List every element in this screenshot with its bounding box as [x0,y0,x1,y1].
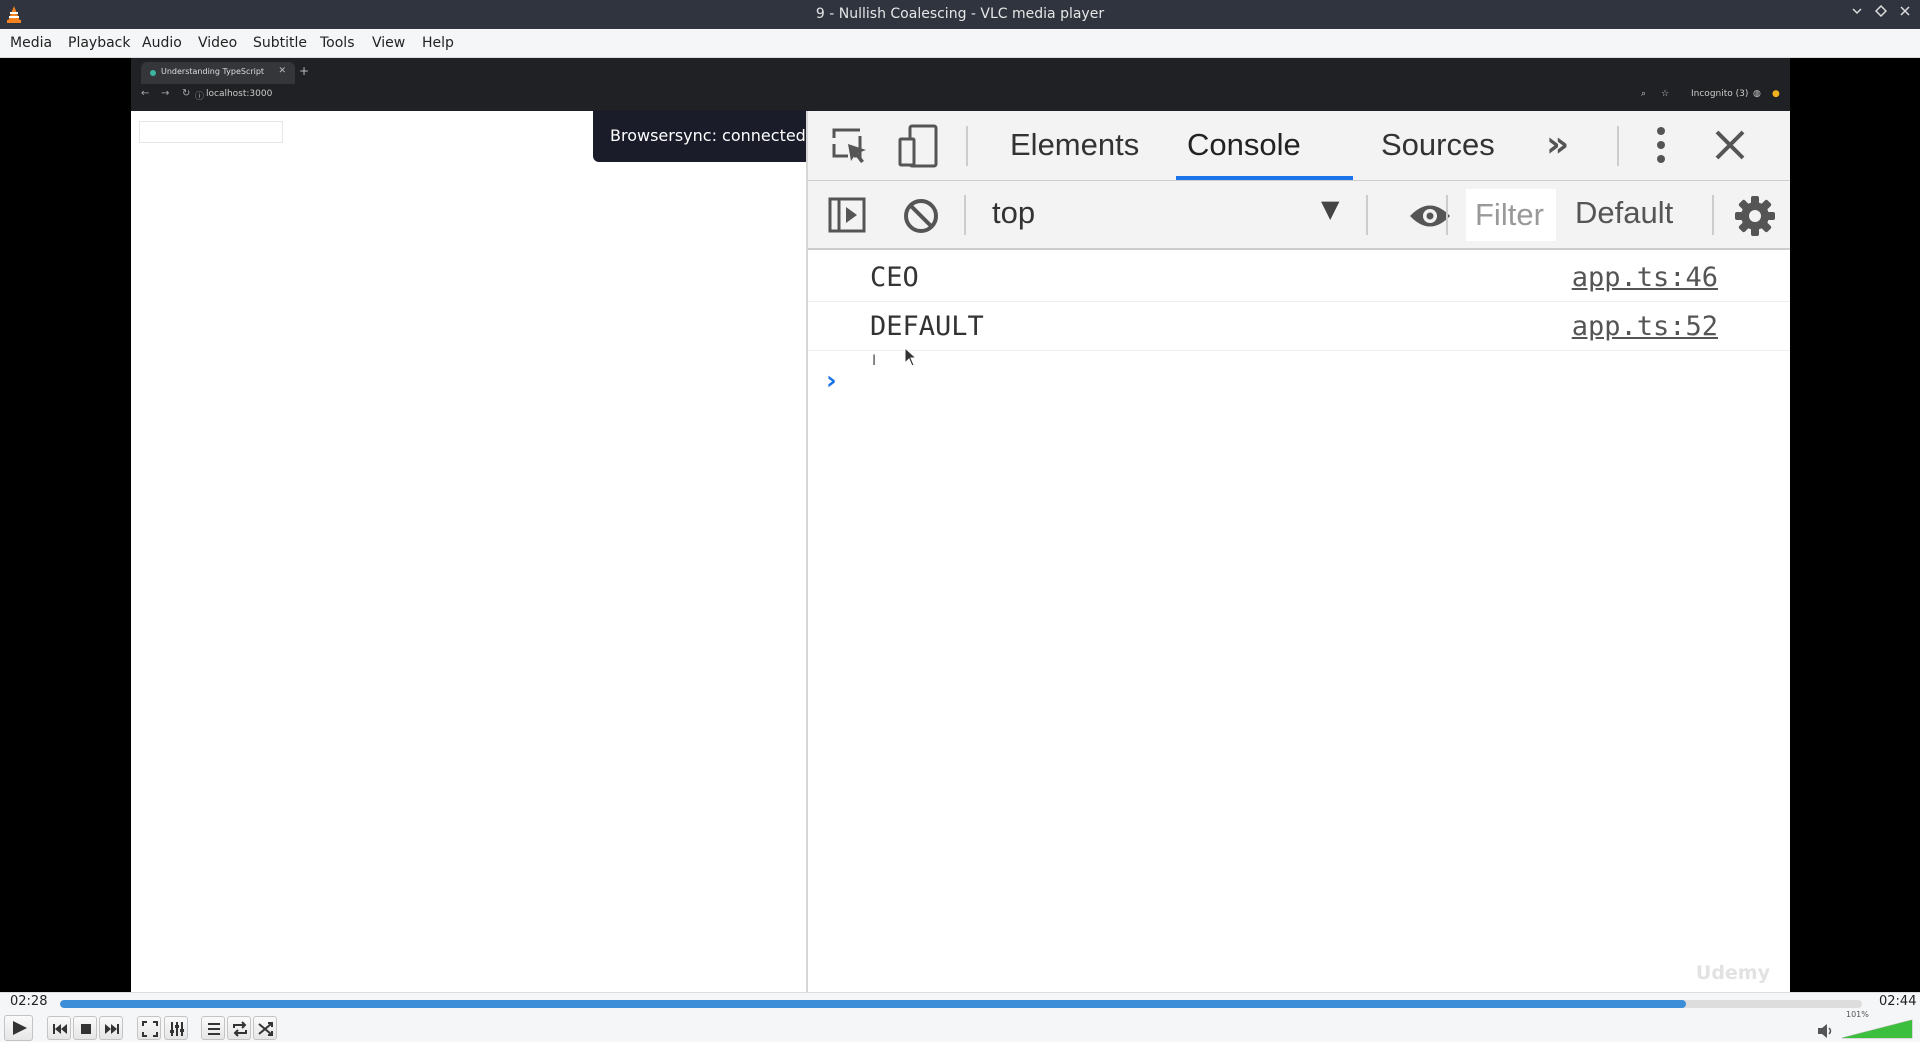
menu-help[interactable]: Help [422,35,454,51]
volume-fill [1842,1020,1912,1038]
loop-icon [233,1021,247,1037]
console-prompt-icon[interactable]: › [826,366,837,396]
stop-icon [81,1024,91,1034]
chevron-down-icon [1852,8,1862,15]
log-source-link[interactable]: app.ts:52 [1572,311,1718,342]
watermark: Udemy [1695,962,1770,984]
page-input-box [139,121,283,143]
diamond-icon [1874,4,1888,18]
dropdown-arrow-icon: ▼ [1321,195,1340,223]
menu-video[interactable]: Video [198,35,237,51]
devtools-panel: Elements Console Sources » top ▼ Filter … [806,111,1790,992]
back-arrow-icon: ← [141,88,150,99]
forward-arrow-icon: → [161,88,170,99]
mouse-pointer-icon [904,347,918,367]
fullscreen-icon [142,1021,158,1037]
total-time: 02:44 [1879,994,1917,1009]
context-selector[interactable]: top [992,195,1035,231]
equalizer-icon [170,1022,184,1036]
browser-profile: Incognito (3) [1691,89,1749,99]
close-button[interactable] [1896,5,1914,23]
console-toolbar: top ▼ Filter Default [808,181,1790,250]
browser-tab: Understanding TypeScript ✕ [141,62,295,84]
play-icon [13,1021,27,1035]
shuffle-button[interactable] [253,1016,277,1040]
log-message: DEFAULT [870,311,984,342]
text-cursor: I [872,353,877,369]
skip-forward-icon [105,1024,119,1034]
toolbar-divider [964,195,966,235]
device-toolbar-icon [898,124,938,168]
window-title: 9 - Nullish Coalescing - VLC media playe… [815,6,1105,22]
gear-icon[interactable] [1734,195,1776,237]
menu-bar: Media Playback Audio Video Subtitle Tool… [0,29,1920,58]
log-source-link[interactable]: app.ts:46 [1572,262,1718,293]
elapsed-time: 02:28 [10,994,48,1009]
close-icon: ✕ [278,66,286,76]
menu-view[interactable]: View [372,35,405,51]
title-bar: 9 - Nullish Coalescing - VLC media playe… [0,0,1920,29]
tab-elements[interactable]: Elements [1010,127,1139,163]
menu-audio[interactable]: Audio [142,35,182,51]
menu-subtitle[interactable]: Subtitle [253,35,307,51]
browser-url: localhost:3000 [206,89,273,99]
skip-back-icon [53,1024,67,1034]
previous-button[interactable] [47,1016,71,1040]
volume-level-label: 101% [1846,1010,1869,1019]
devtools-toolbar: Elements Console Sources » [808,111,1790,181]
next-button[interactable] [99,1016,123,1040]
player-controls: 02:28 02:44 101% [0,992,1920,1042]
log-levels-dropdown[interactable]: Default [1575,195,1673,231]
extended-settings-button[interactable] [164,1016,188,1040]
playlist-icon [208,1023,220,1035]
tab-console[interactable]: Console [1187,127,1301,163]
sidebar-toggle-icon[interactable] [827,196,867,234]
plus-icon: + [299,64,310,78]
log-message: CEO [870,262,919,293]
toolbar-divider [1617,126,1619,166]
video-frame: Understanding TypeScript ✕ + ← → ↻ ⓘ loc… [131,58,1790,992]
filter-input[interactable]: Filter [1466,189,1556,241]
menu-playback[interactable]: Playback [68,35,130,51]
toolbar-divider [966,126,968,166]
browser-tab-title: Understanding TypeScript [161,67,265,76]
console-log-row: DEFAULT app.ts:52 [808,302,1790,351]
more-tabs-icon[interactable]: » [1546,125,1569,165]
speaker-icon[interactable] [1817,1023,1835,1039]
menu-tools[interactable]: Tools [320,35,355,51]
toolbar-divider [1712,195,1714,235]
inspect-element-icon [832,128,866,163]
maximize-button[interactable] [1872,4,1890,23]
video-area[interactable]: Understanding TypeScript ✕ + ← → ↻ ⓘ loc… [0,58,1920,992]
reload-icon: ↻ [182,88,191,99]
browser-chrome: Understanding TypeScript ✕ + ← → ↻ ⓘ loc… [131,58,1790,111]
incognito-icon: ◍ [1753,89,1761,99]
close-icon [1900,6,1910,16]
seek-progress [60,1000,1687,1008]
loop-button[interactable] [227,1016,251,1040]
browsersync-tooltip: Browsersync: connected [593,110,813,162]
console-log-row: CEO app.ts:46 [808,253,1790,302]
clear-console-icon[interactable] [902,197,940,235]
toolbar-divider [1446,195,1448,235]
minimize-button[interactable] [1848,5,1866,23]
star-icon: ☆ [1661,89,1670,99]
menu-media[interactable]: Media [10,35,52,51]
tab-favicon-icon [150,70,156,76]
playlist-button[interactable] [201,1016,225,1040]
toolbar-divider [1366,195,1368,235]
kebab-menu-icon[interactable] [1651,125,1671,165]
extension-icon: ● [1772,89,1780,99]
seek-bar[interactable] [60,1000,1862,1008]
shuffle-icon [258,1022,273,1036]
zoom-icon: ⌕ [1641,89,1647,99]
play-button[interactable] [4,1015,33,1041]
tab-sources[interactable]: Sources [1381,127,1495,163]
volume-slider[interactable] [1841,1019,1913,1039]
fullscreen-button[interactable] [137,1016,161,1040]
stop-button[interactable] [73,1016,97,1040]
close-devtools-icon[interactable] [1713,128,1747,162]
active-tab-indicator [1176,176,1353,180]
info-icon: ⓘ [195,92,205,102]
